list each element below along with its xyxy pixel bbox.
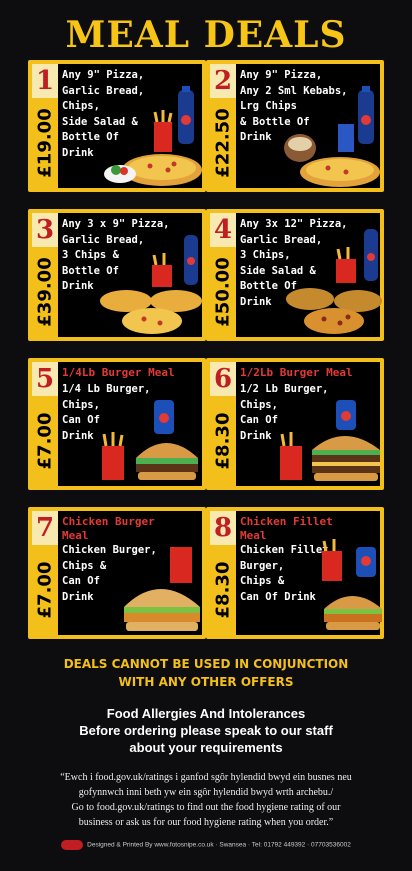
hygiene-line-4: business or ask us for our food hygiene … <box>78 817 334 828</box>
chicken-fillet-meal-image <box>322 539 382 630</box>
hygiene-rating-notice: “Ewch i food.gov.uk/ratings i ganfod sgô… <box>20 770 392 830</box>
deal-number: 7 <box>32 511 58 545</box>
price-bar: £7.00 <box>32 396 58 486</box>
price-bar: £19.00 <box>32 98 58 188</box>
deal-price: £19.00 <box>34 108 56 178</box>
deal-heading: 1/2Lb Burger Meal <box>240 366 353 379</box>
deal-price: £7.00 <box>34 561 56 619</box>
pizza-meal-image <box>104 86 202 186</box>
hygiene-line-3: Go to food.gov.uk/ratings to find out th… <box>71 802 341 813</box>
printer-credit: Designed & Printed By www.fotosnipe.co.u… <box>0 840 412 850</box>
pizza-kebab-meal-image <box>284 86 380 187</box>
price-bar: £8.30 <box>210 396 236 486</box>
deal-number: 8 <box>210 511 236 545</box>
deal-card-6: 6 £8.30 1/2Lb Burger Meal 1/2 Lb Burger,… <box>206 358 384 490</box>
deal-card-3: 3 £39.00 Any 3 x 9" Pizza, Garlic Bread,… <box>28 209 206 341</box>
deal-number: 4 <box>210 213 236 247</box>
price-bar: £7.00 <box>32 545 58 635</box>
price-bar: £8.30 <box>210 545 236 635</box>
deal-price: £39.00 <box>34 257 56 327</box>
three-pizzas-image <box>100 235 202 334</box>
burger-meal-image <box>102 400 198 480</box>
deal-heading: Chicken Fillet Meal <box>240 515 333 542</box>
notice-line-2: WITH ANY OTHER OFFERS <box>118 675 294 689</box>
deal-number: 6 <box>210 362 236 396</box>
price-bar: £22.50 <box>210 98 236 188</box>
footer-text: Designed & Printed By www.fotosnipe.co.u… <box>87 841 351 849</box>
deal-heading: Chicken Burger Meal <box>62 515 155 542</box>
deal-price: £8.30 <box>212 561 234 619</box>
deal-price: £50.00 <box>212 257 234 327</box>
deal-number: 5 <box>32 362 58 396</box>
deal-card-5: 5 £7.00 1/4Lb Burger Meal 1/4 Lb Burger,… <box>28 358 206 490</box>
hygiene-line-2: gofynnwch inni beth yw ein sgôr hylendid… <box>78 787 334 798</box>
deal-card-1: 1 £19.00 Any 9" Pizza, Garlic Bread, Chi… <box>28 60 206 192</box>
notice-line-1: DEALS CANNOT BE USED IN CONJUNCTION <box>63 657 349 671</box>
allergy-line-3: about your requirements <box>129 740 283 755</box>
deal-price: £22.50 <box>212 108 234 178</box>
hygiene-line-1: “Ewch i food.gov.uk/ratings i ganfod sgô… <box>60 772 352 783</box>
deal-heading: 1/4Lb Burger Meal <box>62 366 175 379</box>
deal-card-2: 2 £22.50 Any 9" Pizza, Any 2 Sml Kebabs,… <box>206 60 384 192</box>
deal-number: 1 <box>32 64 58 98</box>
price-bar: £50.00 <box>210 247 236 337</box>
deal-number: 3 <box>32 213 58 247</box>
deal-number: 2 <box>210 64 236 98</box>
deal-card-4: 4 £50.00 Any 3x 12" Pizza, Garlic Bread,… <box>206 209 384 341</box>
printer-logo <box>61 840 84 850</box>
allergy-line-2: Before ordering please speak to our staf… <box>79 723 333 738</box>
flyer-page: MEAL DEALS 1 £19.00 Any 9" Pizza, Garlic… <box>0 0 412 871</box>
deal-card-8: 8 £8.30 Chicken Fillet Meal Chicken Fill… <box>206 507 384 639</box>
price-bar: £39.00 <box>32 247 58 337</box>
page-title: MEAL DEALS <box>65 14 347 56</box>
conjunction-notice: DEALS CANNOT BE USED IN CONJUNCTION WITH… <box>0 655 412 691</box>
allergy-notice: Food Allergies And Intolerances Before o… <box>0 705 412 756</box>
three-large-pizzas-image <box>286 229 382 334</box>
deal-price: £8.30 <box>212 412 234 470</box>
large-burger-meal-image <box>280 400 380 481</box>
deal-price: £7.00 <box>34 412 56 470</box>
allergy-line-1: Food Allergies And Intolerances <box>106 706 306 721</box>
deal-card-7: 7 £7.00 Chicken Burger Meal Chicken Burg… <box>28 507 206 639</box>
chicken-burger-meal-image <box>124 547 200 631</box>
